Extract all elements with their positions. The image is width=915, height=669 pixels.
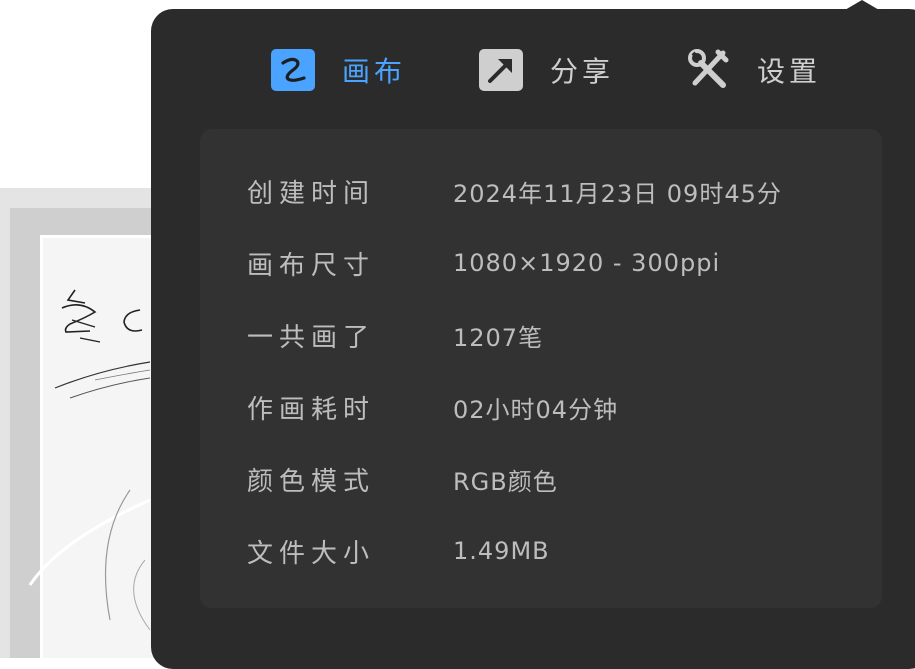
info-row-time-spent: 作画耗时 02小时04分钟 [200,382,882,432]
tab-share-label: 分享 [550,55,615,88]
canvas-curve-icon [270,47,316,93]
info-row-strokes: 一共画了 1207笔 [200,310,882,360]
tab-share[interactable]: 分享 [478,38,614,102]
info-value-canvas-size: 1080×1920 - 300ppi [453,249,721,277]
info-value-time-spent: 02小时04分钟 [453,395,619,424]
settings-tools-icon [685,47,731,93]
panel-tabs: 画布 分享 设置 [151,38,915,102]
info-value-color-mode: RGB颜色 [453,467,558,496]
info-value-created: 2024年11月23日 09时45分 [453,179,782,208]
share-arrow-icon [478,47,524,93]
tab-canvas[interactable]: 画布 [270,38,406,102]
info-value-strokes: 1207笔 [453,323,544,352]
info-label-created: 创建时间 [247,178,376,209]
info-label-time-spent: 作画耗时 [247,394,376,425]
info-row-file-size: 文件大小 1.49MB [200,526,882,576]
info-value-file-size: 1.49MB [453,537,550,565]
info-row-canvas-size: 画布尺寸 1080×1920 - 300ppi [200,238,882,288]
info-row-created: 创建时间 2024年11月23日 09时45分 [200,166,882,216]
info-label-color-mode: 颜色模式 [247,466,376,497]
tab-canvas-label: 画布 [342,55,407,88]
info-row-color-mode: 颜色模式 RGB颜色 [200,454,882,504]
info-label-strokes: 一共画了 [247,322,376,353]
tab-settings-label: 设置 [757,55,822,88]
info-label-file-size: 文件大小 [247,538,376,569]
canvas-info-card: 创建时间 2024年11月23日 09时45分 画布尺寸 1080×1920 -… [200,129,882,608]
tab-settings[interactable]: 设置 [685,38,821,102]
info-label-canvas-size: 画布尺寸 [247,250,376,281]
panel-pointer [838,0,886,14]
